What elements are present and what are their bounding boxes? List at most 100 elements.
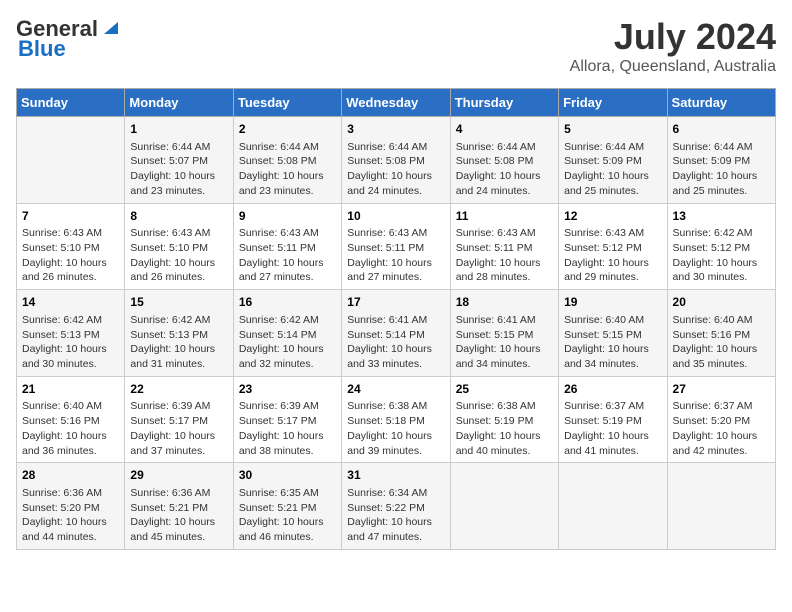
day-info: Sunrise: 6:43 AM Sunset: 5:12 PM Dayligh… [564, 226, 661, 285]
calendar-cell: 2 Sunrise: 6:44 AM Sunset: 5:08 PM Daylig… [233, 117, 341, 204]
calendar-cell: 11Sunrise: 6:43 AM Sunset: 5:11 PM Dayli… [450, 203, 558, 290]
calendar-cell: 10Sunrise: 6:43 AM Sunset: 5:11 PM Dayli… [342, 203, 450, 290]
day-number: 16 [239, 294, 336, 311]
calendar-week-row: 21Sunrise: 6:40 AM Sunset: 5:16 PM Dayli… [17, 376, 776, 463]
day-number: 22 [130, 381, 227, 398]
calendar-cell: 5 Sunrise: 6:44 AM Sunset: 5:09 PM Daylig… [559, 117, 667, 204]
col-friday: Friday [559, 89, 667, 117]
day-info: Sunrise: 6:43 AM Sunset: 5:11 PM Dayligh… [239, 226, 336, 285]
calendar-cell: 25Sunrise: 6:38 AM Sunset: 5:19 PM Dayli… [450, 376, 558, 463]
day-number: 6 [673, 121, 770, 138]
day-number: 12 [564, 208, 661, 225]
calendar-cell [450, 463, 558, 550]
calendar-cell: 6 Sunrise: 6:44 AM Sunset: 5:09 PM Daylig… [667, 117, 775, 204]
day-info: Sunrise: 6:38 AM Sunset: 5:18 PM Dayligh… [347, 399, 444, 458]
day-info: Sunrise: 6:40 AM Sunset: 5:16 PM Dayligh… [22, 399, 119, 458]
day-info: Sunrise: 6:41 AM Sunset: 5:14 PM Dayligh… [347, 313, 444, 372]
calendar-cell: 28Sunrise: 6:36 AM Sunset: 5:20 PM Dayli… [17, 463, 125, 550]
calendar-cell: 8Sunrise: 6:43 AM Sunset: 5:10 PM Daylig… [125, 203, 233, 290]
calendar-cell: 20 Sunrise: 6:40 AM Sunset: 5:16 PM Dayli… [667, 290, 775, 377]
day-info: Sunrise: 6:36 AM Sunset: 5:21 PM Dayligh… [130, 486, 227, 545]
calendar-cell: 24Sunrise: 6:38 AM Sunset: 5:18 PM Dayli… [342, 376, 450, 463]
calendar-cell: 1 Sunrise: 6:44 AM Sunset: 5:07 PM Daylig… [125, 117, 233, 204]
day-info: Sunrise: 6:44 AM Sunset: 5:09 PM Dayligh… [673, 140, 770, 199]
day-info: Sunrise: 6:39 AM Sunset: 5:17 PM Dayligh… [130, 399, 227, 458]
day-info: Sunrise: 6:42 AM Sunset: 5:13 PM Dayligh… [130, 313, 227, 372]
calendar-cell: 23Sunrise: 6:39 AM Sunset: 5:17 PM Dayli… [233, 376, 341, 463]
calendar-cell [667, 463, 775, 550]
day-number: 1 [130, 121, 227, 138]
calendar-cell: 18 Sunrise: 6:41 AM Sunset: 5:15 PM Dayli… [450, 290, 558, 377]
day-number: 20 [673, 294, 770, 311]
col-sunday: Sunday [17, 89, 125, 117]
day-number: 14 [22, 294, 119, 311]
day-number: 23 [239, 381, 336, 398]
day-number: 26 [564, 381, 661, 398]
day-number: 13 [673, 208, 770, 225]
calendar-cell: 15Sunrise: 6:42 AM Sunset: 5:13 PM Dayli… [125, 290, 233, 377]
day-number: 29 [130, 467, 227, 484]
calendar-cell: 26Sunrise: 6:37 AM Sunset: 5:19 PM Dayli… [559, 376, 667, 463]
calendar-cell: 19 Sunrise: 6:40 AM Sunset: 5:15 PM Dayli… [559, 290, 667, 377]
title-block: July 2024 Allora, Queensland, Australia [570, 16, 776, 76]
col-tuesday: Tuesday [233, 89, 341, 117]
day-info: Sunrise: 6:42 AM Sunset: 5:12 PM Dayligh… [673, 226, 770, 285]
calendar-cell: 3Sunrise: 6:44 AM Sunset: 5:08 PM Daylig… [342, 117, 450, 204]
day-info: Sunrise: 6:44 AM Sunset: 5:08 PM Dayligh… [347, 140, 444, 199]
day-number: 11 [456, 208, 553, 225]
day-number: 31 [347, 467, 444, 484]
day-info: Sunrise: 6:42 AM Sunset: 5:14 PM Dayligh… [239, 313, 336, 372]
day-info: Sunrise: 6:44 AM Sunset: 5:09 PM Dayligh… [564, 140, 661, 199]
day-number: 2 [239, 121, 336, 138]
day-info: Sunrise: 6:43 AM Sunset: 5:10 PM Dayligh… [22, 226, 119, 285]
day-number: 5 [564, 121, 661, 138]
calendar-cell: 21Sunrise: 6:40 AM Sunset: 5:16 PM Dayli… [17, 376, 125, 463]
calendar-cell: 16 Sunrise: 6:42 AM Sunset: 5:14 PM Dayli… [233, 290, 341, 377]
day-info: Sunrise: 6:43 AM Sunset: 5:11 PM Dayligh… [347, 226, 444, 285]
day-number: 4 [456, 121, 553, 138]
day-info: Sunrise: 6:41 AM Sunset: 5:15 PM Dayligh… [456, 313, 553, 372]
calendar-week-row: 7Sunrise: 6:43 AM Sunset: 5:10 PM Daylig… [17, 203, 776, 290]
calendar-cell: 30 Sunrise: 6:35 AM Sunset: 5:21 PM Dayli… [233, 463, 341, 550]
day-number: 17 [347, 294, 444, 311]
logo-arrow-icon [100, 16, 122, 38]
calendar-cell: 22Sunrise: 6:39 AM Sunset: 5:17 PM Dayli… [125, 376, 233, 463]
day-number: 27 [673, 381, 770, 398]
day-info: Sunrise: 6:37 AM Sunset: 5:19 PM Dayligh… [564, 399, 661, 458]
day-number: 19 [564, 294, 661, 311]
page-title: July 2024 [570, 16, 776, 58]
page-subtitle: Allora, Queensland, Australia [570, 58, 776, 76]
calendar-cell: 7Sunrise: 6:43 AM Sunset: 5:10 PM Daylig… [17, 203, 125, 290]
day-number: 30 [239, 467, 336, 484]
calendar-cell [559, 463, 667, 550]
calendar-cell: 12Sunrise: 6:43 AM Sunset: 5:12 PM Dayli… [559, 203, 667, 290]
col-wednesday: Wednesday [342, 89, 450, 117]
logo-blue-text: Blue [18, 36, 66, 62]
calendar-cell [17, 117, 125, 204]
calendar-week-row: 28Sunrise: 6:36 AM Sunset: 5:20 PM Dayli… [17, 463, 776, 550]
calendar-cell: 27Sunrise: 6:37 AM Sunset: 5:20 PM Dayli… [667, 376, 775, 463]
calendar-cell: 29 Sunrise: 6:36 AM Sunset: 5:21 PM Dayli… [125, 463, 233, 550]
day-info: Sunrise: 6:40 AM Sunset: 5:16 PM Dayligh… [673, 313, 770, 372]
day-number: 7 [22, 208, 119, 225]
day-number: 18 [456, 294, 553, 311]
day-info: Sunrise: 6:34 AM Sunset: 5:22 PM Dayligh… [347, 486, 444, 545]
day-info: Sunrise: 6:44 AM Sunset: 5:07 PM Dayligh… [130, 140, 227, 199]
day-info: Sunrise: 6:37 AM Sunset: 5:20 PM Dayligh… [673, 399, 770, 458]
calendar-week-row: 14 Sunrise: 6:42 AM Sunset: 5:13 PM Dayli… [17, 290, 776, 377]
calendar-table: Sunday Monday Tuesday Wednesday Thursday… [16, 88, 776, 550]
day-info: Sunrise: 6:39 AM Sunset: 5:17 PM Dayligh… [239, 399, 336, 458]
page-header: General Blue July 2024 Allora, Queenslan… [16, 16, 776, 76]
day-number: 21 [22, 381, 119, 398]
day-info: Sunrise: 6:35 AM Sunset: 5:21 PM Dayligh… [239, 486, 336, 545]
day-info: Sunrise: 6:44 AM Sunset: 5:08 PM Dayligh… [456, 140, 553, 199]
day-info: Sunrise: 6:38 AM Sunset: 5:19 PM Dayligh… [456, 399, 553, 458]
day-info: Sunrise: 6:40 AM Sunset: 5:15 PM Dayligh… [564, 313, 661, 372]
day-info: Sunrise: 6:43 AM Sunset: 5:10 PM Dayligh… [130, 226, 227, 285]
calendar-cell: 9Sunrise: 6:43 AM Sunset: 5:11 PM Daylig… [233, 203, 341, 290]
calendar-week-row: 1 Sunrise: 6:44 AM Sunset: 5:07 PM Daylig… [17, 117, 776, 204]
day-info: Sunrise: 6:44 AM Sunset: 5:08 PM Dayligh… [239, 140, 336, 199]
logo: General Blue [16, 16, 122, 62]
day-info: Sunrise: 6:43 AM Sunset: 5:11 PM Dayligh… [456, 226, 553, 285]
calendar-cell: 4 Sunrise: 6:44 AM Sunset: 5:08 PM Daylig… [450, 117, 558, 204]
